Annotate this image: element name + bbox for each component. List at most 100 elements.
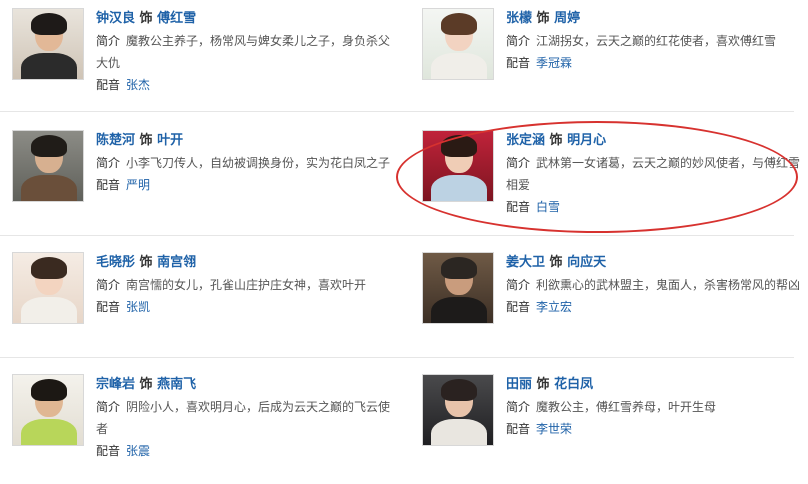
actor-photo[interactable] (422, 252, 494, 324)
intro-text: 简介 魔教公主养子，杨常风与婢女柔儿之子，身负杀父大仇 (96, 30, 396, 74)
role-name-link[interactable]: 周婷 (554, 11, 580, 26)
cast-info: 钟汉良 饰 傅红雪 简介 魔教公主养子，杨常风与婢女柔儿之子，身负杀父大仇 配音张… (96, 8, 396, 94)
intro-label: 简介 (96, 156, 121, 170)
cast-info: 宗峰岩 饰 燕南飞 简介 阴险小人，喜欢明月心，后成为云天之巅的飞云使者 配音 张震 (96, 374, 396, 460)
intro-value: 利欲熏心的武林盟主，鬼面人，杀害杨常风的帮凶 (536, 278, 801, 292)
intro-text: 简介 小李飞刀传人，自幼被调换身份，实为花白凤之子 (96, 152, 396, 174)
voice-label: 配音 (96, 78, 121, 92)
intro-text: 简介 阴险小人，喜欢明月心，后成为云天之巅的飞云使者 (96, 396, 396, 440)
voice-label: 配音 (506, 300, 531, 314)
role-name-link[interactable]: 明月心 (567, 133, 606, 148)
cast-info: 毛晓彤 饰 南宫翎 简介 南宫懦的女儿，孔雀山庄护庄女神，喜欢叶开 配音 张凯 (96, 252, 396, 316)
cast-info: 张檬 饰 周婷 简介 江湖拐女，云天之巅的红花使者，喜欢傅红雪 配音 季冠霖 (506, 8, 806, 72)
voice-label: 配音 (96, 444, 121, 458)
actor-name-link[interactable]: 田丽 (506, 377, 532, 392)
intro-label: 简介 (506, 156, 531, 170)
actor-name-link[interactable]: 钟汉良 (96, 11, 135, 26)
intro-text: 简介 南宫懦的女儿，孔雀山庄护庄女神，喜欢叶开 (96, 274, 396, 296)
cast-title: 钟汉良 饰 傅红雪 (96, 8, 396, 30)
voice-line: 配音 季冠霖 (506, 54, 806, 72)
actor-name-link[interactable]: 陈楚河 (96, 133, 135, 148)
voice-line: 配音 张杰 (96, 76, 396, 94)
role-name-link[interactable]: 向应天 (567, 255, 606, 270)
as-label: 饰 (549, 133, 563, 148)
voice-label: 配音 (506, 422, 531, 436)
cast-info: 姜大卫 饰 向应天 简介 利欲熏心的武林盟主，鬼面人，杀害杨常风的帮凶 配音 李立宏 (506, 252, 806, 316)
intro-text: 简介 魔教公主，傅红雪养母，叶开生母 (506, 396, 806, 418)
actor-photo[interactable] (12, 252, 84, 324)
cast-card: 宗峰岩 饰 燕南飞 简介 阴险小人，喜欢明月心，后成为云天之巅的飞云使者 配音 张震 (12, 374, 392, 484)
voice-actor-link[interactable]: 季冠霖 (536, 56, 572, 70)
voice-actor-link[interactable]: 张杰 (126, 78, 150, 92)
cast-grid: 钟汉良 饰 傅红雪 简介 魔教公主养子，杨常风与婢女柔儿之子，身负杀父大仇 配音张… (0, 0, 808, 472)
intro-label: 简介 (506, 34, 531, 48)
cast-card: 田丽 饰 花白凤 简介 魔教公主，傅红雪养母，叶开生母 配音 李世荣 (422, 374, 802, 484)
role-name-link[interactable]: 傅红雪 (157, 11, 196, 26)
cast-info: 张定涵 饰 明月心 简介 武林第一女诸葛，云天之巅的妙风使者，与傅红雪相爱 配音白… (506, 130, 806, 216)
intro-label: 简介 (506, 278, 531, 292)
voice-line: 配音 李立宏 (506, 298, 806, 316)
intro-label: 简介 (96, 278, 121, 292)
as-label: 饰 (139, 11, 153, 26)
cast-title: 张定涵 饰 明月心 (506, 130, 806, 152)
actor-photo[interactable] (12, 130, 84, 202)
as-label: 饰 (536, 377, 550, 392)
actor-name-link[interactable]: 张定涵 (506, 133, 545, 148)
cast-card: 毛晓彤 饰 南宫翎 简介 南宫懦的女儿，孔雀山庄护庄女神，喜欢叶开 配音 张凯 (12, 252, 392, 362)
cast-title: 张檬 饰 周婷 (506, 8, 806, 30)
actor-name-link[interactable]: 张檬 (506, 11, 532, 26)
intro-text: 简介 江湖拐女，云天之巅的红花使者，喜欢傅红雪 (506, 30, 806, 52)
as-label: 饰 (549, 255, 563, 270)
intro-value: 江湖拐女，云天之巅的红花使者，喜欢傅红雪 (536, 34, 777, 48)
intro-value: 南宫懦的女儿，孔雀山庄护庄女神，喜欢叶开 (126, 278, 367, 292)
voice-line: 配音 张凯 (96, 298, 396, 316)
cast-card: 张檬 饰 周婷 简介 江湖拐女，云天之巅的红花使者，喜欢傅红雪 配音 季冠霖 (422, 8, 802, 118)
cast-title: 姜大卫 饰 向应天 (506, 252, 806, 274)
voice-actor-link[interactable]: 白雪 (536, 200, 560, 214)
cast-card: 陈楚河 饰 叶开 简介 小李飞刀传人，自幼被调换身份，实为花白凤之子 配音 严明 (12, 130, 392, 240)
cast-card: 姜大卫 饰 向应天 简介 利欲熏心的武林盟主，鬼面人，杀害杨常风的帮凶 配音 李立宏 (422, 252, 802, 362)
cast-card: 张定涵 饰 明月心 简介 武林第一女诸葛，云天之巅的妙风使者，与傅红雪相爱 配音白… (422, 130, 802, 240)
actor-photo[interactable] (12, 374, 84, 446)
actor-photo[interactable] (422, 8, 494, 80)
actor-name-link[interactable]: 姜大卫 (506, 255, 545, 270)
voice-actor-link[interactable]: 李世荣 (536, 422, 572, 436)
voice-actor-link[interactable]: 李立宏 (536, 300, 572, 314)
actor-photo[interactable] (12, 8, 84, 80)
intro-label: 简介 (506, 400, 531, 414)
intro-label: 简介 (96, 400, 121, 414)
voice-label: 配音 (96, 300, 121, 314)
voice-line: 配音 李世荣 (506, 420, 806, 438)
role-name-link[interactable]: 南宫翎 (157, 255, 196, 270)
intro-value: 魔教公主养子，杨常风与婢女柔儿之子，身负杀父大仇 (96, 34, 391, 70)
as-label: 饰 (139, 133, 153, 148)
voice-actor-link[interactable]: 严明 (126, 178, 150, 192)
role-name-link[interactable]: 燕南飞 (157, 377, 196, 392)
intro-value: 魔教公主，傅红雪养母，叶开生母 (536, 400, 717, 414)
intro-text: 简介 武林第一女诸葛，云天之巅的妙风使者，与傅红雪相爱 (506, 152, 806, 196)
actor-photo[interactable] (422, 130, 494, 202)
intro-label: 简介 (96, 34, 121, 48)
as-label: 饰 (139, 377, 153, 392)
cast-title: 田丽 饰 花白凤 (506, 374, 806, 396)
cast-info: 田丽 饰 花白凤 简介 魔教公主，傅红雪养母，叶开生母 配音 李世荣 (506, 374, 806, 438)
intro-value: 武林第一女诸葛，云天之巅的妙风使者，与傅红雪相爱 (506, 156, 801, 192)
role-name-link[interactable]: 叶开 (157, 133, 183, 148)
role-name-link[interactable]: 花白凤 (554, 377, 593, 392)
actor-name-link[interactable]: 毛晓彤 (96, 255, 135, 270)
cast-card: 钟汉良 饰 傅红雪 简介 魔教公主养子，杨常风与婢女柔儿之子，身负杀父大仇 配音张… (12, 8, 392, 118)
voice-actor-link[interactable]: 张凯 (126, 300, 150, 314)
voice-actor-link[interactable]: 张震 (126, 444, 150, 458)
cast-title: 陈楚河 饰 叶开 (96, 130, 396, 152)
voice-line: 配音 白雪 (506, 198, 806, 216)
intro-value: 阴险小人，喜欢明月心，后成为云天之巅的飞云使者 (96, 400, 391, 436)
cast-title: 毛晓彤 饰 南宫翎 (96, 252, 396, 274)
actor-name-link[interactable]: 宗峰岩 (96, 377, 135, 392)
cast-info: 陈楚河 饰 叶开 简介 小李飞刀传人，自幼被调换身份，实为花白凤之子 配音 严明 (96, 130, 396, 194)
cast-title: 宗峰岩 饰 燕南飞 (96, 374, 396, 396)
voice-label: 配音 (96, 178, 121, 192)
voice-label: 配音 (506, 56, 531, 70)
actor-photo[interactable] (422, 374, 494, 446)
intro-value: 小李飞刀传人，自幼被调换身份，实为花白凤之子 (126, 156, 391, 170)
voice-line: 配音 张震 (96, 442, 396, 460)
